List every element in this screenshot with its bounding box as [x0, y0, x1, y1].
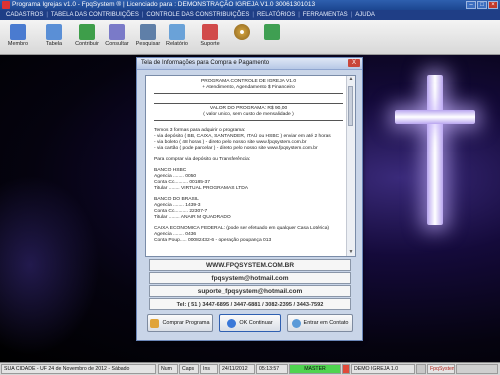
- toolbar-exit-button[interactable]: [258, 22, 286, 52]
- status-location-date: SUA CIDADE - UF 24 de Novembro de 2012 -…: [1, 364, 156, 374]
- exit-icon: [264, 24, 280, 40]
- website-field[interactable]: WWW.FPQSYSTEM.COM.BR: [149, 259, 351, 271]
- status-bar: SUA CIDADE - UF 24 de Novembro de 2012 -…: [0, 362, 500, 375]
- check-icon: [227, 318, 237, 328]
- status-extra: [456, 364, 498, 374]
- dialog-close-button[interactable]: X: [348, 59, 360, 67]
- status-caps: Caps: [179, 364, 199, 374]
- purchase-info-text[interactable]: PROGRAMA CONTROLE DE IGREJA V1.0 + Atend…: [145, 75, 356, 257]
- program-subtitle: + Atendimento, Agendamento $ Financeiro: [202, 85, 295, 90]
- email-field[interactable]: fpqsystem@hotmail.com: [149, 272, 351, 284]
- menu-bar: CADASTROS | TABELA DAS CONTRIBUIÇÕES | CON…: [0, 10, 500, 20]
- toolbar-label: Tabela: [45, 41, 63, 47]
- contact-button-label: Entrar em Contato: [303, 320, 349, 326]
- status-version: DEMO IGREJA 1.0: [351, 364, 415, 374]
- window-controls: – □ ×: [466, 1, 498, 9]
- background-glow: [0, 175, 100, 355]
- toolbar-relatorio-button[interactable]: Relatório: [163, 22, 191, 52]
- toolbar-label: Contribuir: [75, 41, 99, 47]
- toolbar-label: Pesquisar: [135, 41, 161, 47]
- status-brand: FpqSystem: [427, 364, 455, 374]
- toolbar-pesquisar-button[interactable]: Pesquisar: [134, 22, 162, 52]
- cd-icon: [234, 24, 250, 40]
- buy-button-label: Comprar Programa: [162, 320, 210, 326]
- menu-ajuda[interactable]: AJUDA: [352, 10, 378, 20]
- minimize-button[interactable]: –: [466, 1, 476, 9]
- contact-button[interactable]: Entrar em Contato: [287, 314, 353, 332]
- bank-savings-account: Conta Poup..... 00082432-6 - operação po…: [154, 238, 272, 243]
- status-date: 24/11/2012: [219, 364, 255, 374]
- purchase-info-dialog: Tela de Informações para Compra e Pagame…: [136, 57, 363, 341]
- status-indicator-icon: [342, 364, 350, 374]
- status-num: Num: [158, 364, 178, 374]
- toolbar: Membro Tabela Contribuir Consultar Pesqu…: [0, 20, 500, 55]
- close-window-button[interactable]: ×: [488, 1, 498, 9]
- toolbar-label: Suporte: [200, 41, 220, 47]
- contact-icon: [291, 318, 301, 328]
- scroll-up-arrow-icon[interactable]: ▲: [347, 76, 355, 83]
- magnifier-icon: [140, 24, 156, 40]
- cross-icon-bar: [395, 110, 475, 124]
- report-icon: [169, 24, 185, 40]
- maximize-button[interactable]: □: [477, 1, 487, 9]
- menu-cadastros[interactable]: CADASTROS: [3, 10, 46, 20]
- status-blank: [416, 364, 426, 374]
- ok-button-label: OK Continuar: [239, 320, 273, 326]
- toolbar-cd-button[interactable]: [228, 22, 256, 52]
- support-email-field[interactable]: suporte_fpqsystem@hotmail.com: [149, 285, 351, 297]
- cross-icon: [427, 75, 443, 225]
- vertical-scrollbar[interactable]: ▲ ▼: [346, 76, 355, 256]
- price-note: ( valor unico, sem custo de mensalidade …: [203, 112, 294, 117]
- status-time: 05:13:57: [256, 364, 288, 374]
- divider: [154, 120, 343, 121]
- scrollbar-thumb[interactable]: [348, 86, 353, 126]
- toolbar-consultar-button[interactable]: Consultar: [103, 22, 131, 52]
- toolbar-label: Membro: [7, 41, 29, 47]
- table-icon: [46, 24, 62, 40]
- toolbar-suporte-button[interactable]: Suporte: [196, 22, 224, 52]
- menu-ferramentas[interactable]: FERRAMENTAS: [300, 10, 351, 20]
- menu-relatorios[interactable]: RELATÓRIOS: [254, 10, 298, 20]
- menu-controle-contribuicoes[interactable]: CONTROLE DAS CONSTRIBUIÇÕES: [143, 10, 252, 20]
- toolbar-label: Consultar: [105, 41, 129, 47]
- menu-tabela-contribuicoes[interactable]: TABELA DAS CONTRIBUIÇÕES: [48, 10, 142, 20]
- money-icon: [79, 24, 95, 40]
- cart-icon: [150, 318, 160, 328]
- dialog-title: Tela de Informações para Compra e Pagame…: [141, 60, 270, 66]
- ok-continue-button[interactable]: OK Continuar: [219, 314, 281, 332]
- divider: [154, 93, 343, 94]
- toolbar-label: Relatório: [165, 41, 188, 47]
- phones-field[interactable]: Tel: ( 51 ) 3447-6895 / 3447-6881 / 3082…: [149, 298, 351, 310]
- people-icon: [10, 24, 26, 40]
- divider: [154, 103, 343, 104]
- window-title-bar: Programa Igrejas v1.0 - FpqSystem ® | Li…: [0, 0, 500, 10]
- toolbar-contribuir-button[interactable]: Contribuir: [73, 22, 101, 52]
- dialog-title-bar: Tela de Informações para Compra e Pagame…: [137, 58, 362, 70]
- toolbar-membro-button[interactable]: Membro: [4, 22, 32, 52]
- search-icon: [109, 24, 125, 40]
- support-icon: [202, 24, 218, 40]
- payment-form-3: - via cartão ( pode parcelar ) - direto …: [154, 146, 318, 151]
- app-icon: [2, 1, 10, 9]
- toolbar-tabela-button[interactable]: Tabela: [40, 22, 68, 52]
- status-ins: Ins: [200, 364, 218, 374]
- status-user: MASTER: [289, 364, 341, 374]
- scroll-down-arrow-icon[interactable]: ▼: [347, 249, 355, 256]
- buy-program-button[interactable]: Comprar Programa: [147, 314, 213, 332]
- window-title: Programa Igrejas v1.0 - FpqSystem ® | Li…: [12, 1, 316, 8]
